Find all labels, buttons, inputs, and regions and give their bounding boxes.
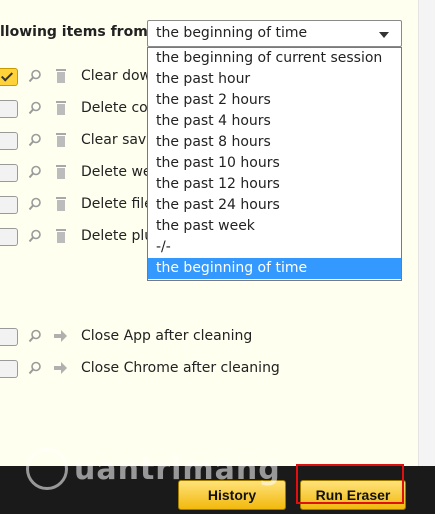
list-item: Delete plu — [0, 226, 154, 250]
magnifier-icon[interactable] — [28, 361, 42, 375]
option-past-4-hours[interactable]: the past 4 hours — [148, 111, 401, 132]
option-past-8-hours[interactable]: the past 8 hours — [148, 132, 401, 153]
trash-icon — [56, 133, 66, 147]
item-checkbox[interactable] — [0, 228, 18, 246]
option-beginning-of-time[interactable]: the beginning of time — [148, 258, 401, 279]
option-past-2-hours[interactable]: the past 2 hours — [148, 90, 401, 111]
item-label: Delete coo — [81, 100, 157, 116]
item-checkbox[interactable] — [0, 132, 18, 150]
close-chrome-checkbox[interactable] — [0, 360, 18, 378]
list-item: Delete file — [0, 194, 153, 218]
magnifier-icon[interactable] — [28, 329, 42, 343]
magnifier-icon[interactable] — [28, 197, 42, 211]
option-past-24-hours[interactable]: the past 24 hours — [148, 195, 401, 216]
item-label: Clear save — [81, 132, 155, 148]
option-past-hour[interactable]: the past hour — [148, 69, 401, 90]
trash-icon — [56, 69, 66, 83]
item-checkbox[interactable] — [0, 100, 18, 118]
close-app-option: Close App after cleaning — [0, 326, 300, 350]
list-item: Clear dow — [0, 66, 151, 90]
list-item: Delete we — [0, 162, 152, 186]
list-item: Delete coo — [0, 98, 156, 122]
list-item: Clear save — [0, 130, 155, 154]
magnifier-icon[interactable] — [28, 229, 42, 243]
trash-icon — [56, 229, 66, 243]
trash-icon — [56, 165, 66, 179]
arrow-right-icon — [54, 330, 67, 342]
close-app-checkbox[interactable] — [0, 328, 18, 346]
time-range-options: the beginning of current session the pas… — [147, 47, 402, 281]
item-checkbox[interactable] — [0, 68, 18, 86]
item-label: Clear dow — [81, 68, 151, 84]
main-panel: llowing items from: the beginning of tim… — [0, 0, 418, 466]
option-past-10-hours[interactable]: the past 10 hours — [148, 153, 401, 174]
vertical-scrollbar[interactable] — [418, 0, 435, 466]
option-current-session[interactable]: the beginning of current session — [148, 48, 401, 69]
option-past-week[interactable]: the past week — [148, 216, 401, 237]
chevron-down-icon[interactable] — [379, 32, 389, 38]
time-range-select[interactable]: the beginning of time — [147, 20, 402, 47]
arrow-right-icon — [54, 362, 67, 374]
item-label: Delete we — [81, 164, 152, 180]
option-separator[interactable]: -/- — [148, 237, 401, 258]
magnifier-icon[interactable] — [28, 101, 42, 115]
magnifier-icon[interactable] — [28, 133, 42, 147]
item-checkbox[interactable] — [0, 164, 18, 182]
time-range-value: the beginning of time — [156, 25, 308, 41]
time-range-label: llowing items from: — [0, 24, 154, 40]
watermark-text: uantrimang — [74, 452, 281, 487]
item-checkbox[interactable] — [0, 196, 18, 214]
watermark-logo-icon — [26, 448, 68, 490]
run-eraser-button[interactable]: Run Eraser — [300, 480, 406, 510]
item-label: Delete plu — [81, 228, 154, 244]
option-past-12-hours[interactable]: the past 12 hours — [148, 174, 401, 195]
close-chrome-label: Close Chrome after cleaning — [81, 360, 280, 376]
trash-icon — [56, 101, 66, 115]
close-chrome-option: Close Chrome after cleaning — [0, 358, 300, 382]
magnifier-icon[interactable] — [28, 165, 42, 179]
item-label: Delete file — [81, 196, 153, 212]
trash-icon — [56, 197, 66, 211]
magnifier-icon[interactable] — [28, 69, 42, 83]
close-app-label: Close App after cleaning — [81, 328, 253, 344]
